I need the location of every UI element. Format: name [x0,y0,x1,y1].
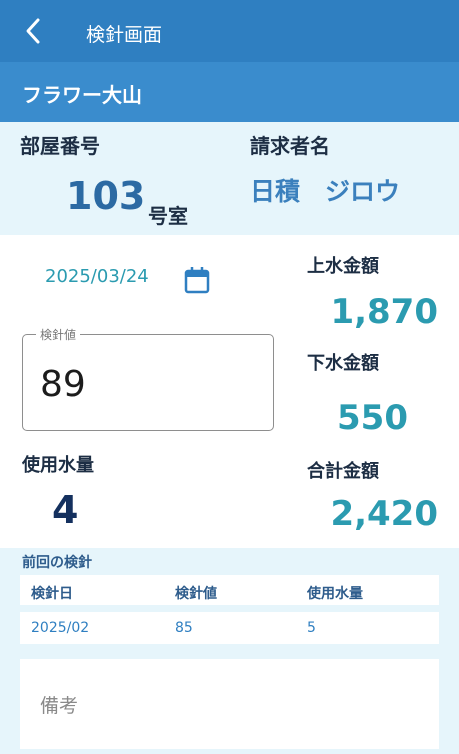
previous-usage: 5 [307,620,316,636]
customer-name-label: 請求者名 [250,134,330,158]
previous-date: 2025/02 [31,620,90,636]
chevron-left-icon[interactable] [18,16,48,46]
notes-field[interactable]: 備考 [20,659,439,749]
room-suffix: 号室 [148,204,188,228]
column-header-reading: 検針値 [175,586,217,602]
column-header-date: 検針日 [31,586,73,602]
column-header-usage: 使用水量 [307,586,363,602]
table-row: 2025/02 85 5 [20,612,439,644]
previous-reading: 85 [175,620,193,636]
room-number-label: 部屋番号 [20,134,100,158]
total-fee-value: 2,420 [330,494,438,534]
previous-reading-title: 前回の検針 [22,555,92,571]
usage-value: 4 [52,488,79,532]
building-bar: フラワー大山 [0,62,459,122]
calendar-icon[interactable] [184,266,210,294]
app-bar: 検針画面 [0,0,459,62]
total-fee-label: 合計金額 [307,461,379,482]
water-fee-value: 1,870 [330,292,438,332]
reading-date[interactable]: 2025/03/24 [45,266,149,287]
meter-reading-label: 検針値 [36,326,81,343]
notes-placeholder: 備考 [40,695,79,717]
previous-table-header: 検針日 検針値 使用水量 [20,575,439,605]
water-fee-label: 上水金額 [307,256,379,277]
sewer-fee-label: 下水金額 [307,353,379,374]
room-number: 103 [66,174,146,218]
sewer-fee-value: 550 [337,398,408,438]
customer-name: 日積 ジロウ [250,177,401,206]
page-title: 検針画面 [86,24,163,46]
meter-reading-value[interactable]: 89 [40,364,86,405]
building-name: フラワー大山 [22,83,142,107]
usage-label: 使用水量 [22,455,94,476]
